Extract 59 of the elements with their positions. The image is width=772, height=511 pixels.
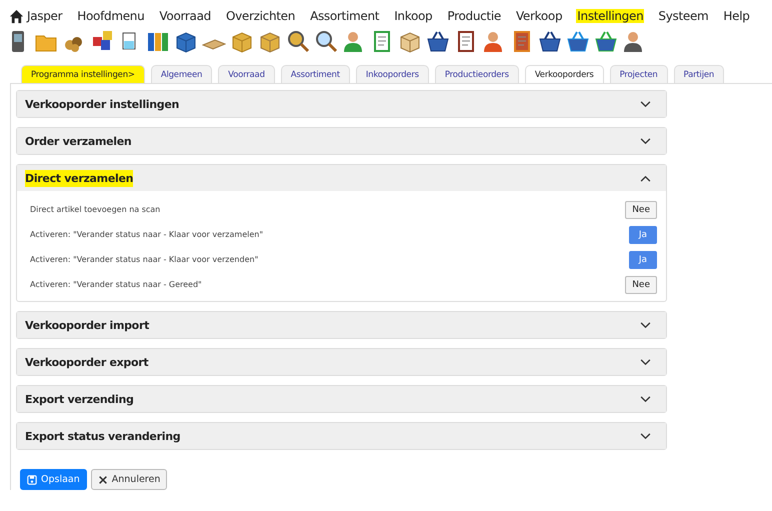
tab[interactable]: Voorraad [218, 65, 275, 83]
setting-label: Activeren: "Verander status naar - Klaar voor verzenden" [30, 255, 258, 264]
chevron-down-icon [640, 100, 651, 108]
section-title: Order verzamelen [25, 134, 132, 150]
menu-item[interactable]: Help [722, 9, 751, 23]
toggle-button[interactable]: Nee [625, 276, 657, 294]
chevron-up-icon [640, 174, 651, 182]
section-header[interactable]: Verkooporder import [17, 312, 666, 338]
section-header[interactable]: Export status verandering [17, 423, 666, 449]
cancel-button[interactable]: Annuleren [90, 469, 168, 490]
setting-label: Activeren: "Verander status naar - Klaar voor verzamelen" [30, 230, 264, 239]
tab[interactable]: Productieorders [434, 65, 519, 83]
chevron-down-icon [640, 358, 651, 366]
menu-item[interactable]: Assortiment [309, 9, 380, 23]
section-header[interactable]: Direct verzamelen [17, 165, 666, 191]
menu-item[interactable]: Voorraad [158, 9, 212, 23]
toggle-button[interactable]: Nee [625, 200, 657, 218]
section-title: Export status verandering [25, 428, 180, 444]
toggle-button[interactable]: Ja [629, 250, 657, 268]
setting-label: Direct artikel toevoegen na scan [30, 205, 160, 214]
menu-item[interactable]: Verkoop [514, 9, 564, 23]
tab[interactable]: Projecten [610, 65, 668, 83]
menu-item[interactable]: Instellingen [576, 9, 644, 23]
menu-item[interactable]: Hoofdmenu [76, 9, 146, 23]
tab[interactable]: Partijen [674, 65, 724, 83]
setting-label: Activeren: "Verander status naar - Gereed" [30, 280, 202, 289]
section-title: Direct verzamelen [25, 170, 134, 186]
cubes-icon[interactable] [90, 29, 114, 53]
section-title: Verkooporder instellingen [25, 96, 180, 112]
tab[interactable]: Inkooporders [356, 65, 429, 83]
toggle-button[interactable]: Ja [629, 226, 657, 244]
chevron-down-icon [640, 396, 651, 402]
close-icon [98, 474, 108, 484]
basket-icon[interactable] [538, 29, 562, 53]
menu-item[interactable]: Systeem [657, 9, 710, 23]
section-header[interactable]: Verkooporder export [17, 349, 666, 375]
menu-item[interactable]: Productie [446, 9, 502, 23]
basket-icon[interactable] [566, 29, 590, 53]
chevron-down-icon [640, 432, 651, 440]
save-button[interactable]: Opslaan [20, 469, 87, 490]
section-title: Export verzending [25, 392, 134, 408]
menu-item[interactable]: Overzichten [224, 9, 296, 23]
tab[interactable]: Verkooporders [524, 65, 604, 83]
magnifier-icon[interactable] [314, 29, 338, 53]
section-title: Verkooporder import [25, 318, 150, 334]
basket-icon[interactable] [594, 29, 618, 53]
section-header[interactable]: Export verzending [17, 386, 666, 412]
tab[interactable]: Programma instellingen> [21, 65, 145, 83]
tab[interactable]: Algemeen [150, 65, 212, 83]
section-header[interactable]: Verkooporder instellingen [17, 91, 666, 117]
home-icon [9, 8, 24, 24]
chevron-down-icon [640, 322, 651, 328]
menu-item[interactable]: Inkoop [393, 9, 434, 23]
section-title: Verkooporder export [25, 354, 148, 370]
section-header[interactable]: Order verzamelen [17, 128, 666, 154]
chevron-down-icon [640, 138, 651, 144]
tab[interactable]: Assortiment [280, 65, 350, 83]
home-menu-item[interactable]: Jasper [8, 8, 64, 24]
basket-icon[interactable] [426, 29, 450, 53]
